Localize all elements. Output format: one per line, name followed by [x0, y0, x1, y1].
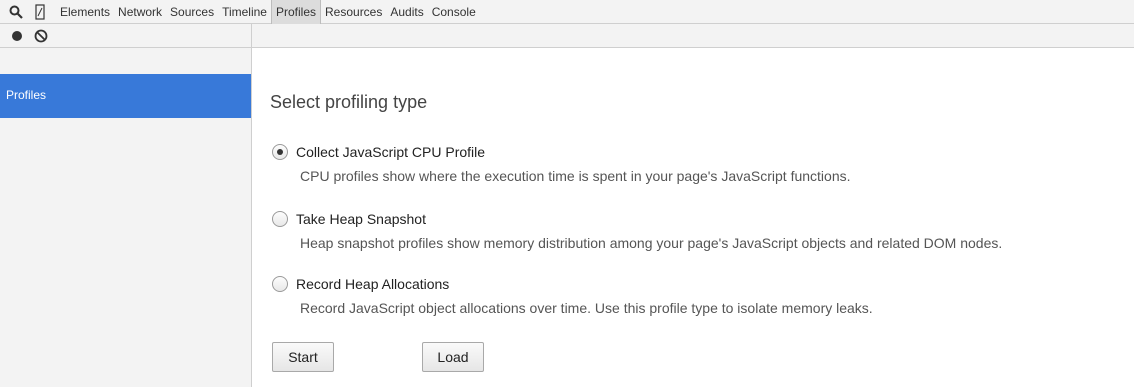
start-button[interactable]: Start: [272, 342, 334, 372]
tab-sources[interactable]: Sources: [166, 0, 218, 24]
tab-audits[interactable]: Audits: [386, 0, 427, 24]
record-icon[interactable]: [12, 30, 22, 41]
option-label[interactable]: Record Heap Allocations: [296, 276, 449, 292]
tab-timeline[interactable]: Timeline: [218, 0, 271, 24]
profiles-toolbar: [0, 24, 1134, 48]
option-description: CPU profiles show where the execution ti…: [300, 168, 851, 184]
page-title: Select profiling type: [270, 92, 428, 112]
option-heap-snapshot: Take Heap Snapshot Heap snapshot profile…: [272, 211, 1002, 251]
heap-snapshot-radio[interactable]: [272, 211, 288, 227]
tab-profiles[interactable]: Profiles: [270, 0, 321, 24]
clear-icon[interactable]: [34, 29, 48, 43]
profile-launcher: Select profiling type Collect JavaScript…: [252, 48, 1134, 387]
load-button[interactable]: Load: [422, 342, 484, 372]
tab-console[interactable]: Console: [428, 0, 480, 24]
heap-allocations-radio[interactable]: [272, 276, 288, 292]
panel-tabs: Elements Network Sources Timeline Profil…: [56, 0, 480, 24]
device-mode-icon[interactable]: [32, 3, 48, 20]
tab-elements[interactable]: Elements: [56, 0, 114, 24]
devtools-tab-bar: Elements Network Sources Timeline Profil…: [0, 0, 1134, 24]
option-label[interactable]: Collect JavaScript CPU Profile: [296, 144, 485, 160]
radio-selected-dot: [277, 149, 283, 155]
option-description: Record JavaScript object allocations ove…: [300, 300, 873, 316]
sidebar-item-label: Profiles: [6, 88, 47, 102]
profiles-toolbar-controls: [0, 24, 252, 47]
profiles-sidebar: Profiles: [0, 48, 252, 387]
option-heap-allocations: Record Heap Allocations Record JavaScrip…: [272, 276, 873, 316]
tab-network[interactable]: Network: [114, 0, 166, 24]
tab-resources[interactable]: Resources: [321, 0, 386, 24]
option-cpu-profile: Collect JavaScript CPU Profile CPU profi…: [272, 144, 851, 184]
sidebar-item-profiles[interactable]: Profiles: [0, 74, 251, 118]
cpu-profile-radio[interactable]: [272, 144, 288, 160]
search-icon[interactable]: [8, 4, 24, 20]
option-description: Heap snapshot profiles show memory distr…: [300, 235, 1003, 251]
option-label[interactable]: Take Heap Snapshot: [296, 211, 426, 227]
